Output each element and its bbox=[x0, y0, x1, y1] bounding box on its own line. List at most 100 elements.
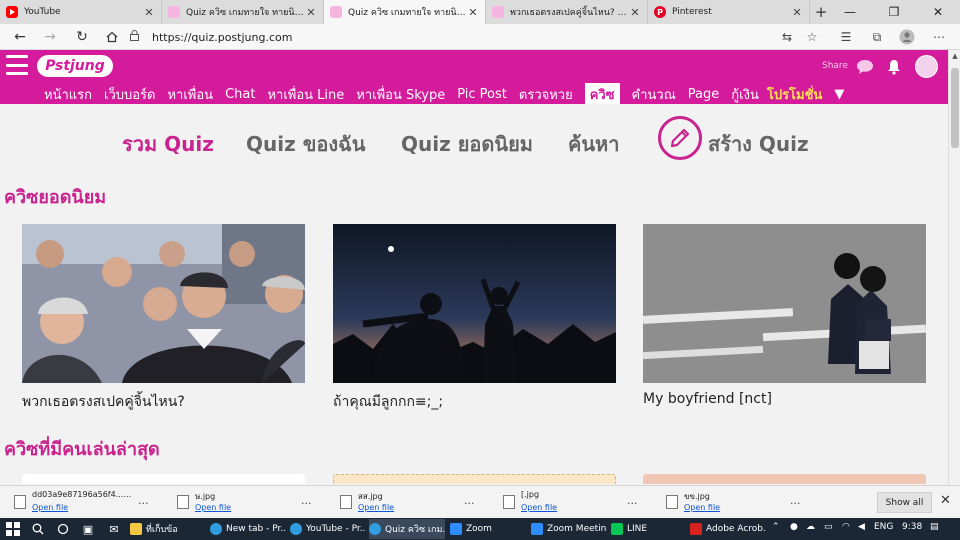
tab-search[interactable]: ค้นหา bbox=[568, 128, 619, 160]
quiz-card[interactable]: พวกเธอตรงสเปคคู่จิ้นไหน? bbox=[22, 224, 305, 413]
nav-item-friends-skype[interactable]: หาเพื่อน Skype bbox=[356, 84, 445, 105]
close-icon[interactable]: ✕ bbox=[791, 6, 803, 19]
download-item[interactable]: สส.jpg Open file ... bbox=[336, 490, 486, 516]
tray-chevron-icon[interactable]: ⌃ bbox=[772, 522, 780, 532]
nav-more-dropdown[interactable]: ▼ bbox=[834, 87, 844, 102]
tab-popular-quiz[interactable]: Quiz ยอดนิยม bbox=[401, 128, 533, 160]
nav-item-lottery[interactable]: ตรวจหวย bbox=[519, 84, 573, 105]
download-item[interactable]: ขข.jpg Open file ... bbox=[662, 490, 812, 516]
battery-icon[interactable]: ▭ bbox=[824, 522, 833, 532]
close-icon[interactable]: ✕ bbox=[143, 6, 155, 19]
nav-item-friends-line[interactable]: หาเพื่อน Line bbox=[267, 84, 344, 105]
browser-tab-quiz-1[interactable]: Quiz ควิซ เกมทายใจ ทายนิสัย เกม ✕ bbox=[162, 0, 324, 24]
taskbar-app-edge-newtab[interactable]: New tab - Pr... bbox=[210, 519, 286, 539]
user-avatar[interactable] bbox=[915, 55, 938, 78]
url-field[interactable]: https://quiz.postjung.com bbox=[130, 27, 830, 47]
scroll-up-icon[interactable]: ▲ bbox=[949, 50, 960, 62]
mail-icon[interactable]: ✉ bbox=[106, 521, 122, 537]
home-icon[interactable] bbox=[102, 28, 122, 46]
favorites-list-icon[interactable]: ☰ bbox=[837, 28, 855, 46]
nav-item-pic-post[interactable]: Pic Post bbox=[457, 87, 507, 102]
pencil-icon[interactable] bbox=[658, 116, 702, 160]
share-label[interactable]: Share bbox=[822, 61, 848, 71]
download-item[interactable]: dd03a9e87196a56f4....jpg Open file ... bbox=[10, 490, 160, 516]
search-icon[interactable] bbox=[30, 521, 46, 537]
cortana-icon[interactable] bbox=[55, 521, 71, 537]
postjung-logo[interactable]: Pstjung bbox=[37, 55, 113, 77]
show-all-downloads-button[interactable]: Show all bbox=[877, 492, 932, 513]
close-icon[interactable]: ✕ bbox=[467, 6, 479, 19]
nav-item-promotion[interactable]: โปรโมชั่น bbox=[767, 84, 822, 105]
taskbar-app-zoom-meeting[interactable]: Zoom Meeting bbox=[531, 519, 607, 539]
download-item[interactable]: [.jpg Open file ... bbox=[499, 490, 649, 516]
forward-arrow-icon[interactable]: → bbox=[40, 28, 60, 46]
tray-app-icon[interactable]: ● bbox=[790, 522, 798, 532]
taskbar-app-edge-youtube[interactable]: YouTube - Pr... bbox=[290, 519, 366, 539]
quiz-thumbnail-couple-street[interactable] bbox=[643, 224, 926, 383]
nav-item-page[interactable]: Page bbox=[688, 87, 719, 102]
nav-item-home[interactable]: หน้าแรก bbox=[44, 84, 92, 105]
download-more-icon[interactable]: ... bbox=[464, 494, 475, 507]
quiz-card-peek[interactable] bbox=[333, 474, 616, 484]
maximize-button[interactable]: ❐ bbox=[872, 0, 916, 24]
taskbar-app-zoom[interactable]: Zoom bbox=[450, 519, 526, 539]
download-more-icon[interactable]: ... bbox=[301, 494, 312, 507]
browser-tab-youtube[interactable]: YouTube ✕ bbox=[0, 0, 162, 24]
open-file-link[interactable]: Open file bbox=[358, 503, 394, 512]
download-more-icon[interactable]: ... bbox=[627, 494, 638, 507]
quiz-card-title[interactable]: พวกเธอตรงสเปคคู่จิ้นไหน? bbox=[22, 391, 305, 413]
collections-icon[interactable]: ⧉ bbox=[868, 28, 886, 46]
task-view-icon[interactable]: ▣ bbox=[80, 521, 96, 537]
taskbar-app-explorer[interactable]: ที่เก็บข้อ bbox=[130, 519, 200, 539]
close-icon[interactable]: ✕ bbox=[305, 6, 317, 19]
nav-item-chat[interactable]: Chat bbox=[225, 87, 255, 102]
browser-tab-quiz-2[interactable]: พวกเธอตรงสเปคคู่จิ้นไหน? - Quiz ✕ bbox=[486, 0, 648, 24]
tab-all-quiz[interactable]: รวม Quiz bbox=[122, 128, 214, 160]
open-file-link[interactable]: Open file bbox=[195, 503, 231, 512]
close-window-button[interactable]: ✕ bbox=[916, 0, 960, 24]
open-file-link[interactable]: Open file bbox=[32, 503, 68, 512]
quiz-card-title[interactable]: ถ้าคุณมีลูกกก≡;_; bbox=[333, 391, 616, 413]
nav-item-webboard[interactable]: เว็บบอร์ด bbox=[104, 84, 155, 105]
notifications-icon[interactable]: ▤ bbox=[930, 522, 939, 532]
chat-bubble-icon[interactable] bbox=[856, 58, 874, 76]
clock[interactable]: 9:38 bbox=[902, 522, 922, 532]
create-quiz-button[interactable]: สร้าง Quiz bbox=[708, 128, 809, 160]
quiz-card-title[interactable]: My boyfriend [nct] bbox=[643, 391, 926, 407]
quiz-card-peek[interactable] bbox=[22, 474, 305, 484]
quiz-card[interactable]: My boyfriend [nct] bbox=[643, 224, 926, 407]
download-more-icon[interactable]: ... bbox=[138, 494, 149, 507]
taskbar-app-acrobat[interactable]: Adobe Acrob... bbox=[690, 519, 766, 539]
translate-icon[interactable]: ⇆ bbox=[778, 28, 796, 46]
quiz-card-peek[interactable] bbox=[643, 474, 926, 484]
nav-item-quiz[interactable]: ควิซ bbox=[584, 82, 620, 106]
nav-item-find-friends[interactable]: หาเพื่อน bbox=[167, 84, 213, 105]
quiz-card[interactable]: ถ้าคุณมีลูกกก≡;_; bbox=[333, 224, 616, 413]
close-icon[interactable]: ✕ bbox=[629, 6, 641, 19]
browser-tab-quiz-active[interactable]: Quiz ควิซ เกมทายใจ ทายนิสัย เกม ✕ bbox=[324, 0, 486, 24]
wifi-icon[interactable]: ◠ bbox=[842, 522, 850, 532]
taskbar-app-line[interactable]: LINE bbox=[611, 519, 681, 539]
nav-item-calculate[interactable]: คำนวณ bbox=[632, 84, 676, 105]
page-scrollbar[interactable]: ▲ bbox=[948, 50, 960, 485]
volume-icon[interactable]: ◀ bbox=[858, 522, 865, 532]
browser-tab-pinterest[interactable]: P Pinterest ✕ bbox=[648, 0, 810, 24]
cloud-icon[interactable]: ☁ bbox=[806, 522, 815, 532]
download-more-icon[interactable]: ... bbox=[790, 494, 801, 507]
reload-icon[interactable]: ↻ bbox=[72, 28, 92, 46]
windows-start-icon[interactable] bbox=[6, 522, 20, 536]
quiz-thumbnail-group-photo[interactable] bbox=[22, 224, 305, 383]
hamburger-menu-icon[interactable] bbox=[6, 55, 28, 75]
scrollbar-thumb[interactable] bbox=[951, 68, 959, 148]
favorite-star-icon[interactable]: ☆ bbox=[803, 28, 821, 46]
bell-icon[interactable] bbox=[885, 58, 903, 76]
minimize-button[interactable]: — bbox=[828, 0, 872, 24]
taskbar-app-edge-quiz[interactable]: Quiz ควิซ เกม... bbox=[369, 519, 445, 539]
nav-item-loan[interactable]: กู้เงิน bbox=[731, 84, 759, 105]
tab-my-quiz[interactable]: Quiz ของฉัน bbox=[246, 128, 365, 160]
profile-icon[interactable] bbox=[898, 28, 916, 46]
close-downloads-icon[interactable]: ✕ bbox=[940, 493, 951, 508]
quiz-thumbnail-night-silhouette[interactable] bbox=[333, 224, 616, 383]
back-arrow-icon[interactable]: ← bbox=[10, 28, 30, 46]
open-file-link[interactable]: Open file bbox=[684, 503, 720, 512]
